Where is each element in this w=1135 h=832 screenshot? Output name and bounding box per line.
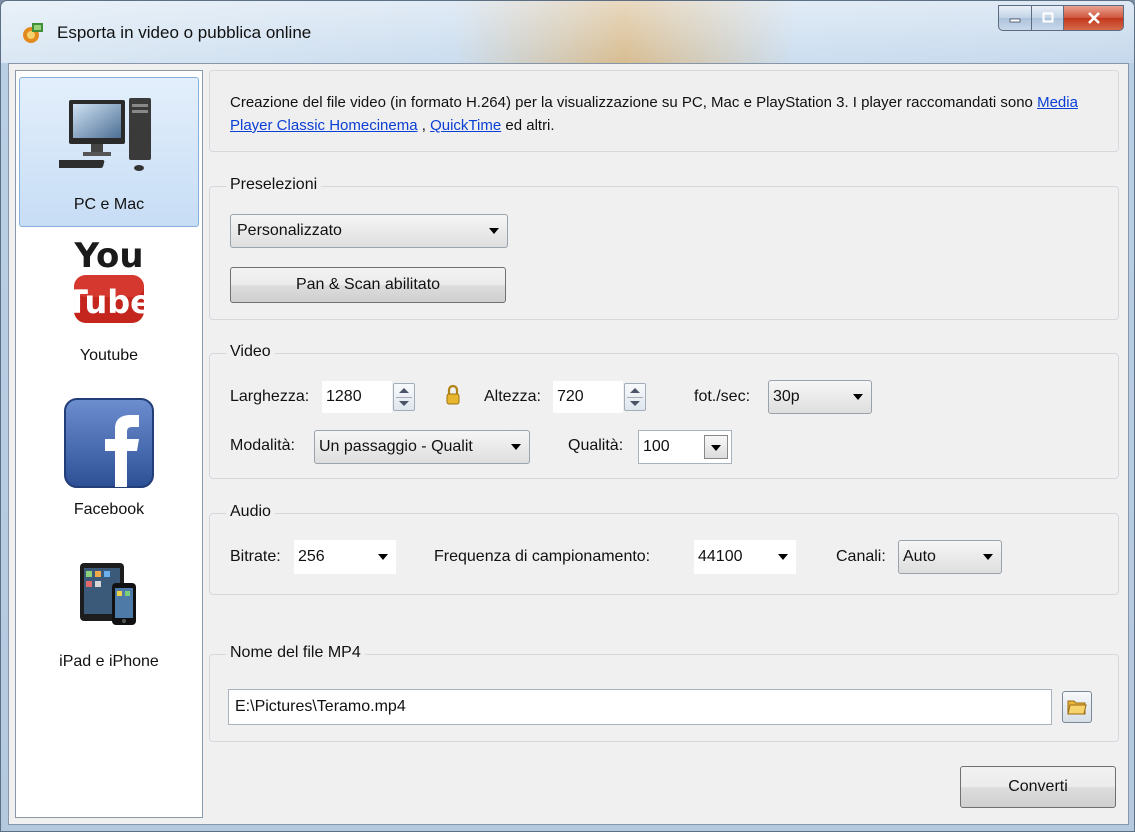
bitrate-select[interactable]: 256 xyxy=(294,540,396,574)
close-button[interactable] xyxy=(1064,5,1124,31)
audio-group: Audio Bitrate: 256 Frequenza di campiona… xyxy=(209,503,1119,595)
sidebar-item-label: PC e Mac xyxy=(73,196,145,213)
height-label: Altezza: xyxy=(484,388,541,405)
quality-combo-value[interactable]: 100 xyxy=(643,438,670,456)
youtube-logo-icon: You Tube xyxy=(69,236,149,323)
minimize-icon xyxy=(1009,18,1021,23)
app-icon xyxy=(23,23,43,43)
mode-select[interactable]: Un passaggio - Qualit xyxy=(314,430,530,464)
desktop-computer-icon xyxy=(59,98,151,171)
chevron-down-icon xyxy=(378,554,388,560)
spin-down-icon xyxy=(630,401,640,406)
export-target-sidebar: PC e Mac You Tube Youtube Facebook iPad … xyxy=(15,70,203,818)
channels-select-value: Auto xyxy=(903,548,936,565)
channels-label: Canali: xyxy=(836,548,886,565)
width-input[interactable]: 1280 xyxy=(322,381,392,413)
audio-legend: Audio xyxy=(226,503,275,521)
chevron-down-icon xyxy=(711,445,721,451)
mode-label: Modalità: xyxy=(230,437,295,454)
video-group: Video Larghezza: 1280 Altezza: 720 fot./… xyxy=(209,343,1119,479)
sidebar-item-label: Facebook xyxy=(73,501,145,518)
ipad-iphone-icon xyxy=(80,563,136,625)
chevron-down-icon xyxy=(853,394,863,400)
sidebar-item-ipad-iphone[interactable]: iPad e iPhone xyxy=(19,533,199,683)
quality-dropdown-button[interactable] xyxy=(704,435,728,459)
maximize-icon xyxy=(1042,12,1053,23)
height-spinner[interactable] xyxy=(624,383,646,411)
spin-up-icon xyxy=(630,388,640,393)
title-bar[interactable]: Esporta in video o pubblica online xyxy=(1,1,1134,63)
fps-label: fot./sec: xyxy=(694,388,751,405)
bitrate-label: Bitrate: xyxy=(230,548,281,565)
chevron-down-icon xyxy=(983,554,993,560)
facebook-logo-icon xyxy=(64,398,154,488)
maximize-button[interactable] xyxy=(1032,5,1064,31)
description-text-part: Creazione del file video (in formato H.2… xyxy=(230,94,1038,111)
svg-text:You: You xyxy=(73,236,143,276)
svg-text:Tube: Tube xyxy=(69,283,149,321)
description-separator: , xyxy=(417,117,431,134)
channels-select[interactable]: Auto xyxy=(898,540,1002,574)
window-title: Esporta in video o pubblica online xyxy=(57,23,312,42)
pan-scan-button[interactable]: Pan & Scan abilitato xyxy=(230,267,506,303)
width-label: Larghezza: xyxy=(230,388,310,405)
description-text: Creazione del file video (in formato H.2… xyxy=(230,91,1100,137)
spin-up-icon xyxy=(399,388,409,393)
output-file-group: Nome del file MP4 E:\Pictures\Teramo.mp4 xyxy=(209,644,1119,742)
samplerate-label: Frequenza di campionamento: xyxy=(434,548,651,565)
description-text-end: ed altri. xyxy=(501,117,555,134)
height-input[interactable]: 720 xyxy=(553,381,623,413)
filename-input[interactable]: E:\Pictures\Teramo.mp4 xyxy=(228,689,1052,725)
browse-folder-button[interactable] xyxy=(1062,691,1092,723)
quality-label: Qualità: xyxy=(568,437,624,454)
chevron-down-icon xyxy=(511,444,521,450)
mode-select-value: Un passaggio - Qualit xyxy=(319,438,473,455)
dialog-client-area: PC e Mac You Tube Youtube Facebook iPad … xyxy=(8,63,1129,825)
spin-down-icon xyxy=(399,401,409,406)
preset-select-value: Personalizzato xyxy=(237,222,342,239)
chevron-down-icon xyxy=(489,228,499,234)
preset-select[interactable]: Personalizzato xyxy=(230,214,508,248)
width-spinner[interactable] xyxy=(393,383,415,411)
folder-open-icon xyxy=(1067,700,1087,715)
fps-select-value: 30p xyxy=(773,388,800,405)
presets-group: Preselezioni Personalizzato Pan & Scan a… xyxy=(209,176,1119,320)
convert-button[interactable]: Converti xyxy=(960,766,1116,808)
link-quicktime[interactable]: QuickTime xyxy=(430,117,501,134)
samplerate-select-value: 44100 xyxy=(698,548,743,565)
description-panel: Creazione del file video (in formato H.2… xyxy=(209,70,1119,152)
sidebar-item-label: Youtube xyxy=(79,347,139,364)
video-legend: Video xyxy=(226,343,275,361)
quality-combo[interactable]: 100 xyxy=(638,430,732,464)
sidebar-item-pc-mac[interactable]: PC e Mac xyxy=(19,77,199,227)
close-icon xyxy=(1087,12,1100,24)
sidebar-item-label: iPad e iPhone xyxy=(59,653,159,670)
sidebar-item-youtube[interactable]: You Tube Youtube xyxy=(19,229,199,379)
aspect-lock-icon[interactable] xyxy=(445,384,461,406)
output-legend: Nome del file MP4 xyxy=(226,644,365,662)
sidebar-item-facebook[interactable]: Facebook xyxy=(19,381,199,531)
presets-legend: Preselezioni xyxy=(226,176,322,194)
minimize-button[interactable] xyxy=(998,5,1032,31)
export-dialog-window: Esporta in video o pubblica online PC e … xyxy=(0,0,1135,832)
bitrate-select-value: 256 xyxy=(298,548,325,565)
chevron-down-icon xyxy=(778,554,788,560)
samplerate-select[interactable]: 44100 xyxy=(694,540,796,574)
fps-select[interactable]: 30p xyxy=(768,380,872,414)
